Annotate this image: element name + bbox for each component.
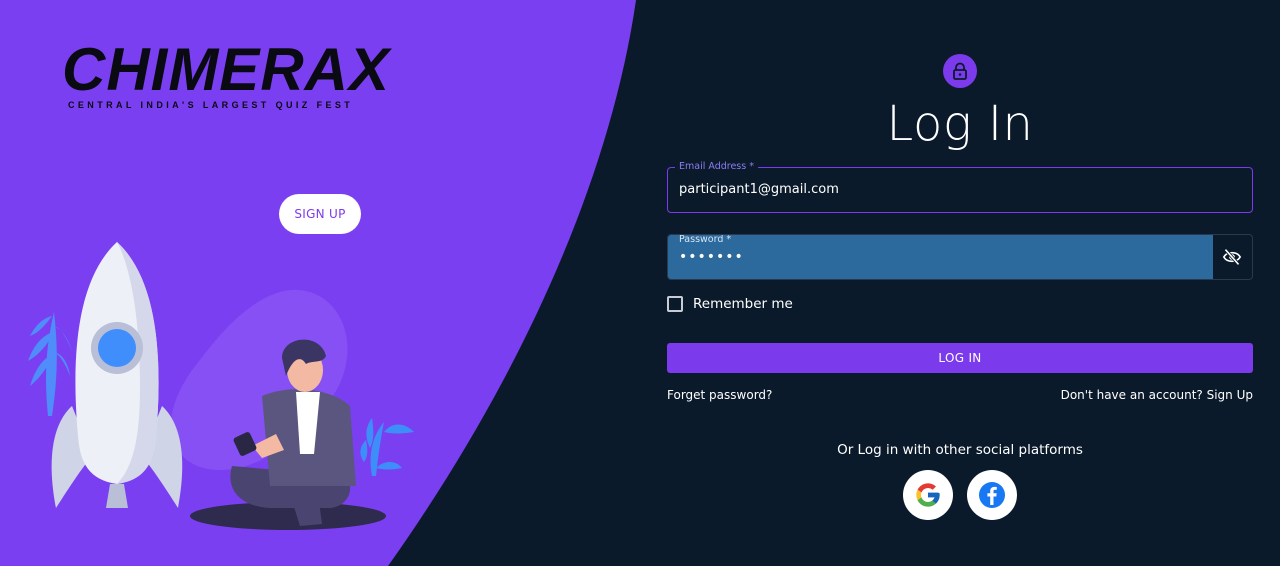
- facebook-icon: [979, 482, 1005, 508]
- password-field-label: Password *: [679, 234, 732, 245]
- google-login-button[interactable]: [903, 470, 953, 520]
- plant-left-icon: [28, 312, 72, 416]
- email-field[interactable]: Email Address * participant1@gmail.com: [667, 161, 1253, 213]
- toggle-password-visibility-button[interactable]: [1211, 235, 1252, 279]
- signup-pill-button[interactable]: SIGN UP: [279, 194, 361, 234]
- page-title: Log In: [886, 96, 1034, 152]
- password-field-value: •••••••: [679, 249, 744, 265]
- signup-link[interactable]: Don't have an account? Sign Up: [1061, 388, 1253, 402]
- person-with-phone-icon: [230, 339, 356, 526]
- rocket-icon: [51, 242, 183, 508]
- email-field-label: Email Address *: [675, 161, 758, 173]
- lock-badge: [943, 54, 977, 88]
- login-button[interactable]: LOG IN: [667, 343, 1253, 373]
- plant-right-icon: [360, 418, 414, 476]
- email-field-value: participant1@gmail.com: [679, 182, 839, 197]
- password-field[interactable]: Password * •••••••: [667, 234, 1253, 280]
- lock-icon: [953, 62, 967, 80]
- social-login-prompt: Or Log in with other social platforms: [837, 442, 1083, 458]
- chimerax-logo: CHIMERAX CENTRAL INDIA'S LARGEST QUIZ FE…: [62, 30, 402, 116]
- remember-me-row[interactable]: Remember me: [667, 296, 793, 312]
- remember-me-checkbox[interactable]: [667, 296, 683, 312]
- visibility-off-icon: [1222, 248, 1241, 266]
- rocket-person-illustration: [28, 242, 414, 530]
- logo-wordmark: CHIMERAX: [62, 36, 391, 103]
- remember-me-label: Remember me: [693, 296, 793, 312]
- facebook-login-button[interactable]: [967, 470, 1017, 520]
- google-icon: [916, 483, 940, 507]
- forgot-password-link[interactable]: Forget password?: [667, 388, 772, 402]
- logo-tagline: CENTRAL INDIA'S LARGEST QUIZ FEST: [68, 100, 354, 110]
- password-autofill-highlight: [668, 235, 1213, 279]
